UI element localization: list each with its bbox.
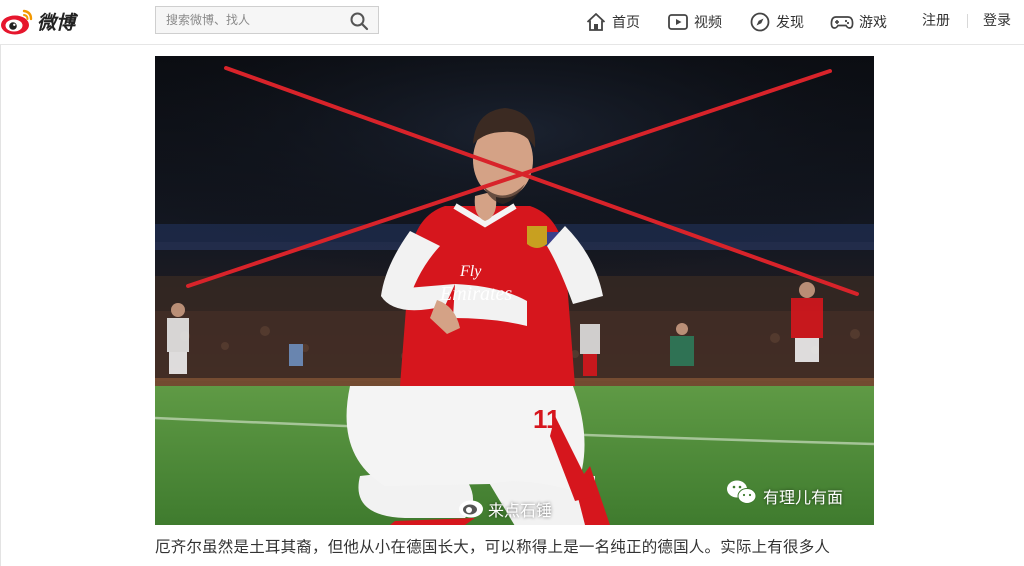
nav-video-label: 视频 (694, 15, 722, 31)
search-icon[interactable] (349, 11, 369, 31)
compass-icon (750, 12, 770, 32)
nav-discover[interactable]: 发现 (749, 0, 804, 44)
weibo-eye-logo-icon (1, 9, 33, 35)
svg-text:11: 11 (533, 404, 561, 434)
register-link[interactable]: 注册 (922, 0, 950, 44)
search-input[interactable] (156, 7, 351, 33)
login-link[interactable]: 登录 (983, 0, 1011, 44)
article-photo[interactable]: 11 Fly Emirates 来点石锤 有理儿有面 (155, 56, 874, 525)
brand-name: 微博 (37, 11, 76, 34)
home-icon (586, 13, 606, 31)
video-icon (668, 14, 688, 30)
top-navigation-bar: 微博 首页 视频 发现 (0, 0, 1024, 45)
watermark-source-text: 来点石锤 (488, 501, 553, 520)
svg-text:Emirates: Emirates (439, 283, 512, 305)
article-paragraph: 厄齐尔虽然是土耳其裔，但他从小在德国长大，可以称得上是一名纯正的德国人。实际上有… (155, 538, 831, 556)
nav-home-label: 首页 (612, 15, 640, 31)
nav-games[interactable]: 游戏 (830, 0, 887, 44)
gamepad-icon (830, 16, 854, 29)
photo-illustration: 11 Fly Emirates (155, 56, 874, 525)
watermark-account-text: 有理儿有面 (763, 488, 844, 507)
auth-divider (967, 14, 968, 28)
nav-discover-label: 发现 (776, 15, 804, 31)
search-box (155, 6, 379, 34)
weibo-logo[interactable]: 微博 (0, 4, 75, 38)
nav-home[interactable]: 首页 (585, 0, 640, 44)
nav-video[interactable]: 视频 (667, 0, 722, 44)
svg-text:Fly: Fly (459, 263, 482, 280)
nav-games-label: 游戏 (859, 15, 887, 31)
